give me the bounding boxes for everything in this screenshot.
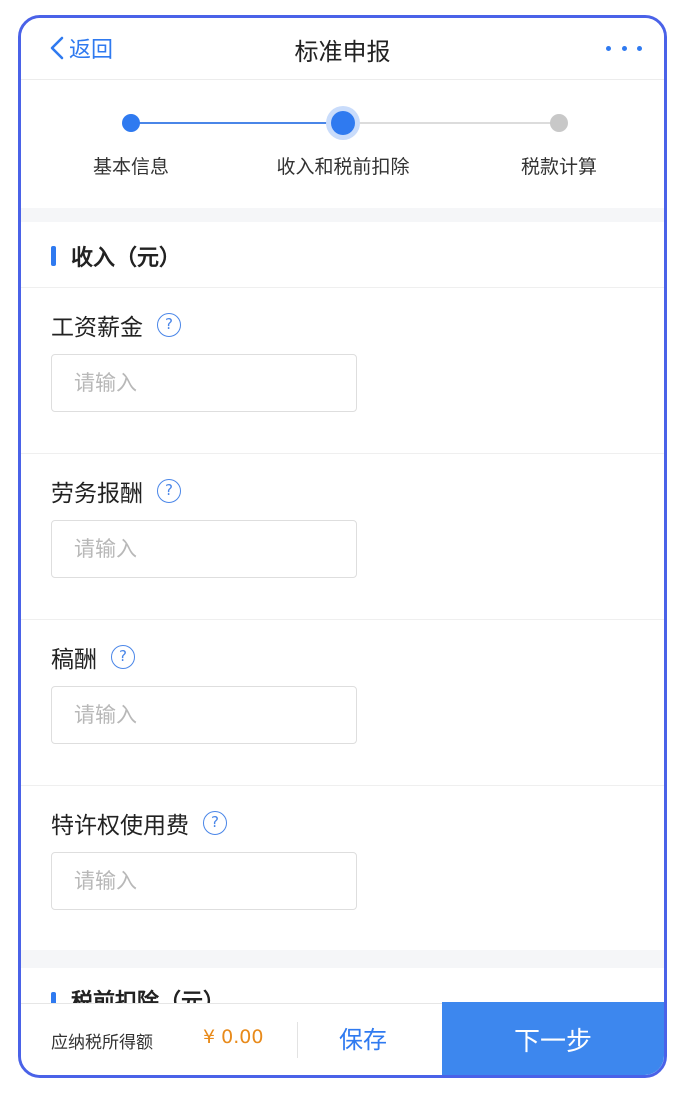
step-connector-todo	[343, 122, 559, 124]
step-label-basic-info: 基本信息	[92, 156, 169, 178]
field-royalty: 特许权使用费 ?	[21, 786, 664, 952]
step-dot-income	[331, 111, 355, 135]
divider	[297, 1022, 298, 1058]
help-icon[interactable]: ?	[203, 811, 227, 835]
page-title: 标准申报	[294, 38, 391, 66]
nav-header: 返回 标准申报	[21, 18, 664, 80]
field-salary: 工资薪金 ?	[21, 288, 664, 454]
author-remuneration-input[interactable]	[51, 686, 357, 744]
field-label-royalty: 特许权使用费	[51, 813, 189, 839]
progress-stepper: 基本信息 收入和税前扣除 税款计算	[21, 80, 664, 208]
taxable-income-label: 应纳税所得额	[51, 1033, 153, 1053]
section-accent-bar	[51, 246, 56, 266]
help-icon[interactable]: ?	[157, 313, 181, 337]
field-label-salary: 工资薪金	[51, 315, 143, 341]
field-labor-remuneration: 劳务报酬 ?	[21, 454, 664, 620]
income-section: 收入（元） 工资薪金 ? 劳务报酬 ? 稿酬 ? 特许权使用	[21, 222, 664, 950]
step-label-tax-calc: 税款计算	[520, 156, 597, 178]
labor-remuneration-input[interactable]	[51, 520, 357, 578]
income-section-header: 收入（元）	[21, 222, 664, 288]
step-label-income: 收入和税前扣除	[276, 156, 410, 178]
more-dots-icon[interactable]	[606, 36, 642, 60]
salary-input[interactable]	[51, 354, 357, 412]
save-button[interactable]: 保存	[339, 1020, 387, 1055]
step-dot-basic-info	[122, 114, 140, 132]
step-dot-tax-calc	[550, 114, 568, 132]
field-author-remuneration: 稿酬 ?	[21, 620, 664, 786]
step-connector-done	[131, 122, 343, 124]
royalty-input[interactable]	[51, 852, 357, 910]
help-icon[interactable]: ?	[111, 645, 135, 669]
field-label-labor-remuneration: 劳务报酬	[51, 481, 143, 507]
taxable-income-value: ¥ 0.00	[203, 1026, 264, 1048]
bottom-action-bar: 应纳税所得额 ¥ 0.00 保存 下一步	[21, 1002, 664, 1075]
income-section-title: 收入（元）	[71, 246, 182, 271]
next-step-button[interactable]: 下一步	[442, 1002, 664, 1075]
field-label-author-remuneration: 稿酬	[51, 647, 97, 673]
help-icon[interactable]: ?	[157, 479, 181, 503]
phone-frame: 返回 标准申报 基本信息 收入和税前扣除 税款计算 收入（元） 工资薪金 ? 请…	[18, 15, 667, 1078]
